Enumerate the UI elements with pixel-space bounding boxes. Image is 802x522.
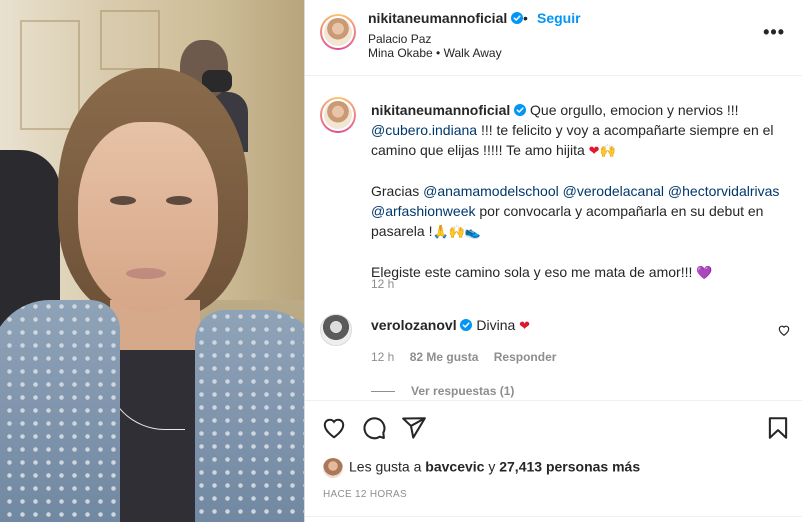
studded-jacket-left [0,300,120,522]
wall-panel [100,10,160,70]
liker-avatar[interactable] [323,458,343,478]
share-icon[interactable] [401,415,427,441]
commenter-avatar[interactable] [320,314,352,346]
reply-button[interactable]: Responder [494,350,557,364]
subject-eye [166,196,192,205]
divider [305,516,802,517]
likes-summary: Les gusta a bavcevic y 27,413 personas m… [323,458,640,478]
caption-username[interactable]: nikitaneumannoficial [371,102,510,118]
post-side-panel: nikitaneumannoficial • Seguir Palacio Pa… [304,0,802,522]
subject-eye [110,196,136,205]
caption-author-avatar[interactable] [320,97,356,133]
post-photo[interactable] [0,0,304,522]
verified-badge-icon [514,104,527,116]
comment-icon[interactable] [361,415,387,441]
subject-face [78,122,218,312]
thanks-emojis-icon: 🙏🙌👟 [432,224,482,239]
caption-line1: Que orgullo, emocion y nervios !!! [530,102,739,118]
caption-mention[interactable]: @anamamodelschool [423,183,559,199]
likes-middle: y [484,458,500,475]
post-caption: nikitaneumannoficial Que orgullo, emocio… [371,100,781,283]
more-options-icon[interactable]: ••• [763,22,785,43]
instagram-post-dialog: nikitaneumannoficial • Seguir Palacio Pa… [0,0,802,522]
caption-mention[interactable]: @hectorvidalrivas [668,183,779,199]
verified-badge-icon [460,319,473,331]
comment-meta: 12 h 82 Me gusta Responder [371,350,568,364]
studded-jacket-right [195,310,304,522]
replies-dash [371,391,395,393]
like-heart-icon[interactable] [321,415,347,441]
subject-lips [126,268,166,279]
verified-badge-icon [511,12,524,24]
caption-closing: Elegiste este camino sola y eso me mata … [371,264,697,280]
comment-likes[interactable]: 82 Me gusta [410,350,479,364]
like-comment-heart-icon[interactable] [777,323,791,337]
follow-button[interactable]: Seguir [537,10,581,26]
liker-username[interactable]: bavcevic [425,459,484,475]
header-separator: • [523,10,528,26]
caption-mention[interactable]: @verodelacanal [563,183,664,199]
save-bookmark-icon[interactable] [765,415,791,441]
caption-thanks-prefix: Gracias [371,183,424,199]
view-replies-button[interactable]: Ver respuestas (1) [371,384,514,398]
purple-heart-icon: 💜 [696,265,713,280]
wall-panel [20,20,80,130]
post-header: nikitaneumannoficial • Seguir Palacio Pa… [305,0,802,76]
comment-text: Divina [476,317,520,333]
likes-count[interactable]: 27,413 personas más [499,459,640,475]
red-heart-icon: ❤ [519,318,531,333]
commenter-username[interactable]: verolozanovl [371,317,457,333]
action-bar [305,400,802,452]
view-replies-label[interactable]: Ver respuestas (1) [411,384,514,398]
caption-mention[interactable]: @cubero.indiana [371,122,477,138]
caption-mention[interactable]: @arfashionweek [371,203,476,219]
post-location[interactable]: Palacio Paz [368,32,431,46]
caption-timestamp[interactable]: 12 h [371,277,394,291]
comment-timestamp[interactable]: 12 h [371,350,394,364]
author-username[interactable]: nikitaneumannoficial [368,10,524,26]
post-age[interactable]: HACE 12 HORAS [323,489,407,500]
comment-line: verolozanovl Divina ❤ [371,317,530,334]
comments-section: nikitaneumannoficial Que orgullo, emocio… [305,77,802,400]
author-avatar[interactable] [320,14,356,50]
post-music[interactable]: Mina Okabe • Walk Away [368,46,502,60]
raised-hands-icon: 🙌 [599,143,616,158]
likes-prefix: Les gusta a [349,458,426,475]
red-heart-icon: ❤ [588,143,600,158]
author-username-text[interactable]: nikitaneumannoficial [368,10,507,26]
